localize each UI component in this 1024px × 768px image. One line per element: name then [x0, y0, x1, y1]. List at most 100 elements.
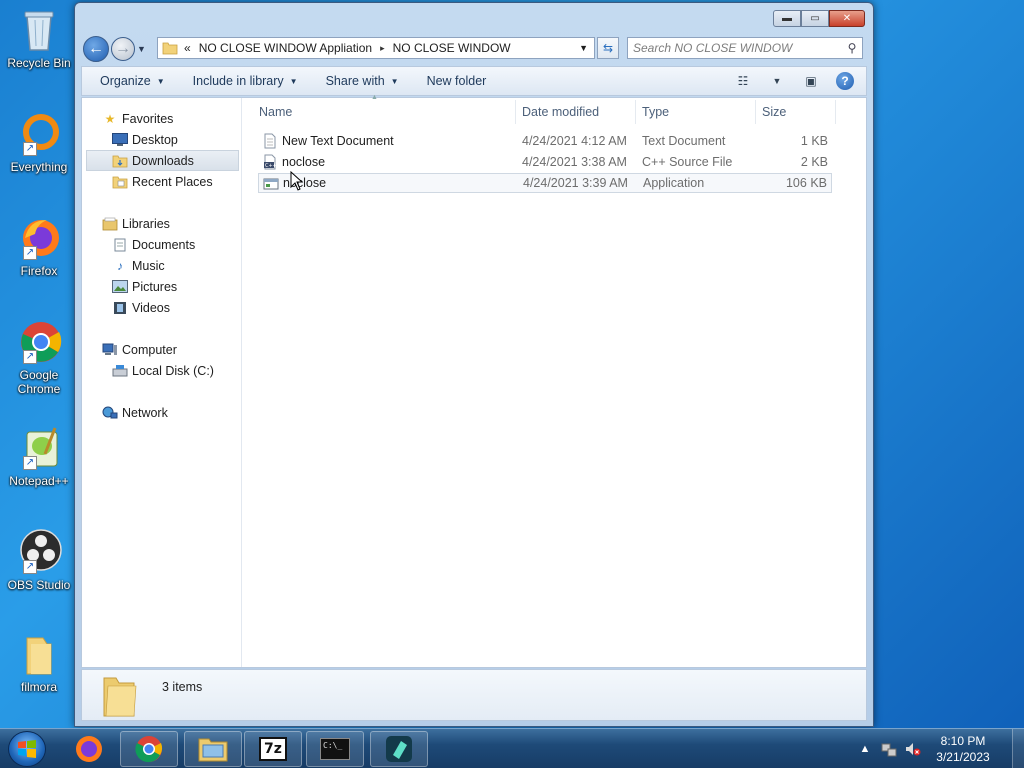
address-dropdown-icon[interactable]: ▼: [579, 43, 588, 53]
taskbar-chrome[interactable]: [120, 731, 178, 767]
folder-icon: [15, 630, 63, 678]
desktop-icon-label: Recycle Bin: [7, 56, 71, 70]
start-button[interactable]: [8, 731, 46, 767]
column-header-type[interactable]: Type: [636, 100, 756, 124]
taskbar-filmora[interactable]: [370, 731, 428, 767]
volume-muted-icon[interactable]: [904, 740, 922, 758]
show-desktop-button[interactable]: [1012, 729, 1024, 768]
nav-downloads[interactable]: Downloads: [86, 150, 239, 171]
nav-desktop[interactable]: Desktop: [112, 129, 178, 150]
folder-icon: [162, 42, 178, 55]
file-list-pane: Name ▲ Date modified Type Size New Text …: [243, 94, 866, 667]
caret-down-icon: ▼: [289, 76, 298, 86]
application-icon: [263, 178, 279, 190]
organize-button[interactable]: Organize ▼: [90, 69, 175, 93]
desktop-icon-notepad-plus-plus[interactable]: ↗ Notepad++: [4, 424, 74, 488]
breadcrumb-parent[interactable]: NO CLOSE WINDOW Appliation: [199, 41, 372, 55]
minimize-button[interactable]: ▬: [773, 10, 801, 27]
network-globe-icon: [102, 406, 118, 420]
new-folder-button[interactable]: New folder: [417, 69, 497, 93]
navigation-pane: ★ Favorites Desktop Downloads Recent Pla…: [82, 98, 242, 667]
file-date: 4/24/2021 3:38 AM: [522, 155, 627, 169]
column-header-date-modified[interactable]: Date modified: [516, 100, 636, 124]
show-hidden-icons-button[interactable]: ▲: [856, 740, 874, 758]
nav-libraries[interactable]: Libraries: [102, 213, 170, 234]
nav-music[interactable]: ♪ Music: [112, 255, 165, 276]
mouse-cursor-icon: [290, 171, 304, 191]
share-with-label: Share with: [325, 74, 385, 88]
column-header-size[interactable]: Size: [756, 100, 836, 124]
nav-local-disk-label: Local Disk (C:): [132, 363, 214, 378]
view-options-dropdown[interactable]: ▼: [762, 70, 792, 92]
clock[interactable]: 8:10 PM 3/21/2023: [928, 733, 998, 765]
network-status-icon[interactable]: [880, 740, 898, 758]
nav-local-disk[interactable]: Local Disk (C:): [112, 360, 214, 381]
nav-favorites-label: Favorites: [122, 111, 174, 126]
column-header-name[interactable]: Name ▲: [253, 94, 516, 124]
search-icon[interactable]: ⚲: [842, 41, 862, 55]
refresh-button[interactable]: ⇆: [597, 37, 619, 59]
file-row[interactable]: C++ noclose 4/24/2021 3:38 AM C++ Source…: [258, 152, 832, 172]
taskbar-command-prompt[interactable]: C:\_: [306, 731, 364, 767]
breadcrumb-current[interactable]: NO CLOSE WINDOW: [393, 41, 511, 55]
caret-down-icon: ▼: [772, 76, 782, 86]
close-button[interactable]: ✕: [829, 10, 865, 27]
nav-documents-label: Documents: [132, 237, 196, 252]
folder-icon: [103, 677, 137, 717]
maximize-button[interactable]: ▭: [801, 10, 829, 27]
nav-favorites[interactable]: ★ Favorites: [102, 108, 174, 129]
desktop-icon-obs-studio[interactable]: ↗ OBS Studio: [4, 528, 74, 592]
file-size: 2 KB: [800, 155, 828, 169]
column-type-label: Type: [642, 105, 670, 119]
nav-recent-places[interactable]: Recent Places: [112, 171, 213, 192]
clock-time: 8:10 PM: [940, 734, 986, 748]
hard-drive-icon: [112, 364, 128, 378]
nav-computer-label: Computer: [122, 342, 177, 357]
svg-text:C++: C++: [265, 163, 277, 169]
folder-icon: [198, 738, 228, 762]
nav-network[interactable]: Network: [102, 402, 168, 423]
forward-button[interactable]: →: [111, 37, 135, 61]
search-input[interactable]: [628, 38, 842, 58]
help-button[interactable]: ?: [830, 70, 860, 92]
desktop-icon-everything[interactable]: ↗ Everything: [4, 110, 74, 174]
explorer-window[interactable]: ▬ ▭ ✕ ← → ▼ « NO CLOSE WINDOW Appliation…: [74, 2, 874, 727]
file-row[interactable]: noclose 4/24/2021 3:39 AM Application 10…: [258, 173, 832, 193]
taskbar-7zip[interactable]: 7z: [244, 731, 302, 767]
system-tray: ▲ 8:10 PM 3/21/2023: [856, 729, 1024, 768]
include-in-library-button[interactable]: Include in library ▼: [183, 69, 308, 93]
back-button[interactable]: ←: [83, 36, 109, 62]
libraries-icon: [102, 217, 118, 231]
firefox-icon: ↗: [15, 214, 63, 262]
change-view-button[interactable]: ☷: [728, 70, 758, 92]
desktop-icon-google-chrome[interactable]: ↗ Google Chrome: [4, 318, 74, 396]
share-with-button[interactable]: Share with ▼: [316, 69, 409, 93]
taskbar: 7z C:\_ ▲ 8:10 PM 3/21/2023: [0, 728, 1024, 768]
preview-pane-button[interactable]: ▣: [796, 70, 826, 92]
nav-computer[interactable]: Computer: [102, 339, 177, 360]
chrome-icon: ↗: [15, 318, 63, 366]
search-box[interactable]: ⚲: [627, 37, 863, 59]
nav-pictures[interactable]: Pictures: [112, 276, 177, 297]
taskbar-windows-explorer[interactable]: [184, 731, 242, 767]
nav-documents[interactable]: Documents: [112, 234, 195, 255]
desktop-icon-filmora[interactable]: filmora: [4, 630, 74, 694]
music-note-icon: ♪: [117, 258, 123, 273]
file-row[interactable]: New Text Document 4/24/2021 4:12 AM Text…: [258, 131, 832, 151]
desktop-icon-recycle-bin[interactable]: Recycle Bin: [4, 6, 74, 70]
shortcut-arrow-icon: ↗: [23, 560, 37, 574]
breadcrumb-overflow[interactable]: «: [184, 41, 191, 55]
breadcrumb-separator-icon[interactable]: ▸: [380, 43, 385, 54]
address-bar[interactable]: « NO CLOSE WINDOW Appliation ▸ NO CLOSE …: [157, 37, 595, 59]
shortcut-arrow-icon: ↗: [23, 350, 37, 364]
taskbar-firefox[interactable]: [60, 731, 118, 767]
nav-videos[interactable]: Videos: [112, 297, 170, 318]
desktop-icon-firefox[interactable]: ↗ Firefox: [4, 214, 74, 278]
recent-pages-dropdown[interactable]: ▼: [137, 44, 146, 54]
column-name-label: Name: [259, 105, 293, 119]
navigation-bar: ← → ▼ « NO CLOSE WINDOW Appliation ▸ NO …: [81, 34, 867, 64]
cpp-source-file-icon: C++: [264, 154, 277, 170]
refresh-icon: ⇆: [602, 41, 614, 55]
filmora-icon: [386, 736, 412, 762]
desktop-icon-label: Firefox: [20, 264, 58, 278]
